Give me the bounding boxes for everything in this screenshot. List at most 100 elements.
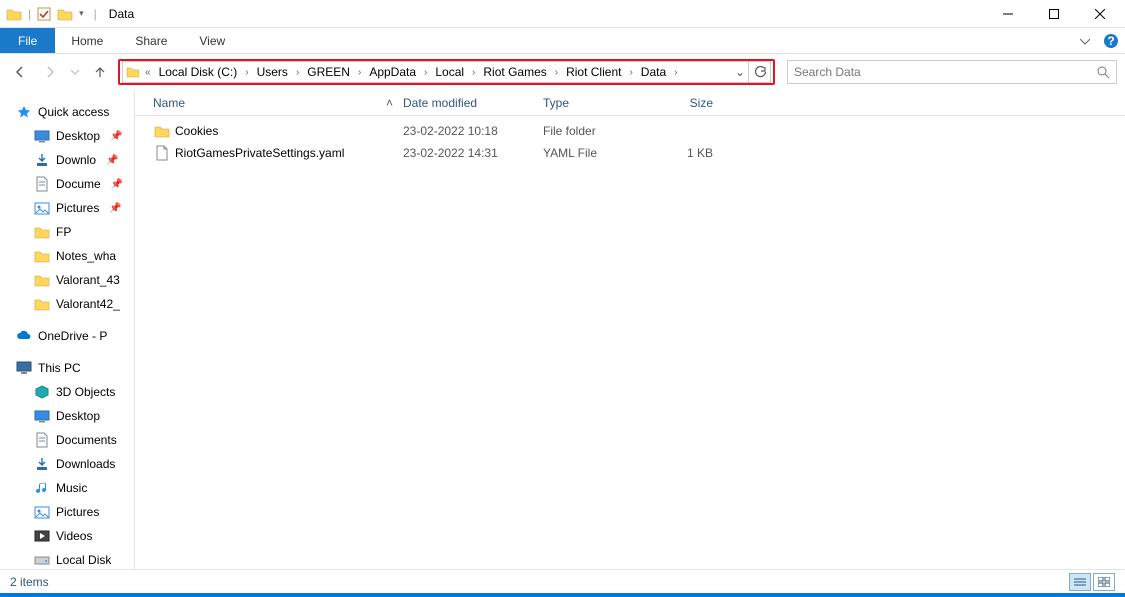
column-name[interactable]: Name˄ (153, 96, 403, 110)
up-button[interactable] (88, 60, 112, 84)
column-size[interactable]: Size (663, 96, 723, 110)
sidebar-item-label: Docume (56, 177, 101, 191)
folder-icon (57, 7, 73, 21)
checkbox-icon[interactable] (37, 7, 51, 21)
sidebar-item[interactable]: Notes_wha (0, 244, 134, 268)
videos-icon (34, 528, 50, 544)
chevron-right-icon[interactable]: › (627, 67, 634, 78)
sidebar-item[interactable]: Valorant_43 (0, 268, 134, 292)
sidebar-item[interactable]: Desktop (0, 404, 134, 428)
sidebar-item-label: Desktop (56, 409, 100, 423)
sort-indicator-icon: ˄ (386, 96, 393, 110)
column-headers: Name˄ Date modified Type Size (135, 90, 1125, 116)
desktop-icon (34, 408, 50, 424)
sidebar-item[interactable]: Pictures📌 (0, 196, 134, 220)
ribbon-collapse-icon[interactable] (1073, 28, 1097, 53)
sidebar-quick-access[interactable]: Quick access (0, 100, 134, 124)
folder-icon (34, 296, 50, 312)
cloud-icon (16, 328, 32, 344)
sidebar-item[interactable]: Music (0, 476, 134, 500)
file-date: 23-02-2022 10:18 (403, 124, 543, 138)
breadcrumb-item[interactable]: Riot Games (477, 65, 552, 79)
tab-share[interactable]: Share (119, 28, 183, 53)
address-dropdown-icon[interactable]: ⌄ (732, 65, 748, 79)
desktop-icon (34, 128, 50, 144)
sidebar-item[interactable]: 3D Objects (0, 380, 134, 404)
status-bar: 2 items (0, 569, 1125, 593)
pictures-icon (34, 200, 50, 216)
qat-separator: | (24, 7, 35, 21)
column-type[interactable]: Type (543, 96, 663, 110)
tab-home[interactable]: Home (55, 28, 119, 53)
folder-icon (34, 224, 50, 240)
sidebar-item-label: Documents (56, 433, 117, 447)
svg-text:?: ? (1107, 34, 1114, 48)
sidebar-item[interactable]: Docume📌 (0, 172, 134, 196)
refresh-button[interactable] (749, 61, 771, 83)
tab-view[interactable]: View (183, 28, 241, 53)
file-date: 23-02-2022 14:31 (403, 146, 543, 160)
file-name: RiotGamesPrivateSettings.yaml (175, 146, 403, 160)
file-icon (153, 145, 171, 161)
breadcrumb-item[interactable]: AppData (363, 65, 422, 79)
sidebar-item[interactable]: Videos (0, 524, 134, 548)
file-menu[interactable]: File (0, 28, 55, 53)
address-bar[interactable]: « Local Disk (C:)› Users› GREEN› AppData… (122, 61, 749, 83)
sidebar-item-label: Music (56, 481, 87, 495)
breadcrumb-item[interactable]: Data (635, 65, 672, 79)
file-list: Cookies23-02-2022 10:18File folderRiotGa… (135, 116, 1125, 164)
sidebar-item[interactable]: Pictures (0, 500, 134, 524)
downloads-icon (34, 152, 50, 168)
3d-icon (34, 384, 50, 400)
documents-icon (34, 176, 50, 192)
file-size: 1 KB (663, 146, 723, 160)
sidebar-item[interactable]: Desktop📌 (0, 124, 134, 148)
downloads-icon (34, 456, 50, 472)
chevron-right-icon[interactable]: › (553, 67, 560, 78)
chevron-right-icon[interactable]: › (356, 67, 363, 78)
back-button[interactable] (8, 60, 32, 84)
breadcrumb-item[interactable]: Local Disk (C:) (153, 65, 244, 79)
music-icon (34, 480, 50, 496)
breadcrumb-item[interactable]: Users (251, 65, 294, 79)
search-input[interactable]: Search Data (787, 60, 1117, 84)
sidebar-item-label: Notes_wha (56, 249, 116, 263)
sidebar-item[interactable]: Downloads (0, 452, 134, 476)
maximize-button[interactable] (1031, 0, 1077, 28)
documents-icon (34, 432, 50, 448)
details-view-button[interactable] (1069, 573, 1091, 591)
breadcrumb-item[interactable]: GREEN (301, 65, 356, 79)
chevron-right-icon[interactable]: › (243, 67, 250, 78)
breadcrumb-item[interactable]: Local (429, 65, 470, 79)
forward-button[interactable] (38, 60, 62, 84)
sidebar-item[interactable]: Local Disk (0, 548, 134, 569)
chevron-right-icon[interactable]: › (294, 67, 301, 78)
qat-dropdown-icon[interactable]: ▾ (75, 8, 88, 19)
minimize-button[interactable] (985, 0, 1031, 28)
recent-locations-dropdown[interactable] (68, 60, 82, 84)
help-button[interactable]: ? (1097, 28, 1125, 53)
navigation-pane[interactable]: Quick access Desktop📌Downlo📌Docume📌Pictu… (0, 90, 135, 569)
thumbnails-view-button[interactable] (1093, 573, 1115, 591)
close-button[interactable] (1077, 0, 1123, 28)
breadcrumb-item[interactable]: Riot Client (560, 65, 627, 79)
chevron-right-icon[interactable]: › (470, 67, 477, 78)
sidebar-item-label: Pictures (56, 505, 99, 519)
folder-icon (34, 248, 50, 264)
file-row[interactable]: Cookies23-02-2022 10:18File folder (153, 120, 1125, 142)
status-text: 2 items (10, 575, 49, 589)
sidebar-onedrive[interactable]: OneDrive - P (0, 324, 134, 348)
sidebar-item[interactable]: Downlo📌 (0, 148, 134, 172)
chevron-right-icon[interactable]: › (422, 67, 429, 78)
sidebar-item-label: FP (56, 225, 71, 239)
sidebar-this-pc[interactable]: This PC (0, 356, 134, 380)
file-row[interactable]: RiotGamesPrivateSettings.yaml23-02-2022 … (153, 142, 1125, 164)
chevron-left-icon[interactable]: « (143, 67, 153, 78)
pin-icon: 📌 (106, 155, 118, 166)
column-date[interactable]: Date modified (403, 96, 543, 110)
sidebar-item-label: Downloads (56, 457, 115, 471)
sidebar-item[interactable]: Documents (0, 428, 134, 452)
sidebar-item[interactable]: FP (0, 220, 134, 244)
sidebar-item[interactable]: Valorant42_ (0, 292, 134, 316)
chevron-right-icon[interactable]: › (672, 67, 679, 78)
